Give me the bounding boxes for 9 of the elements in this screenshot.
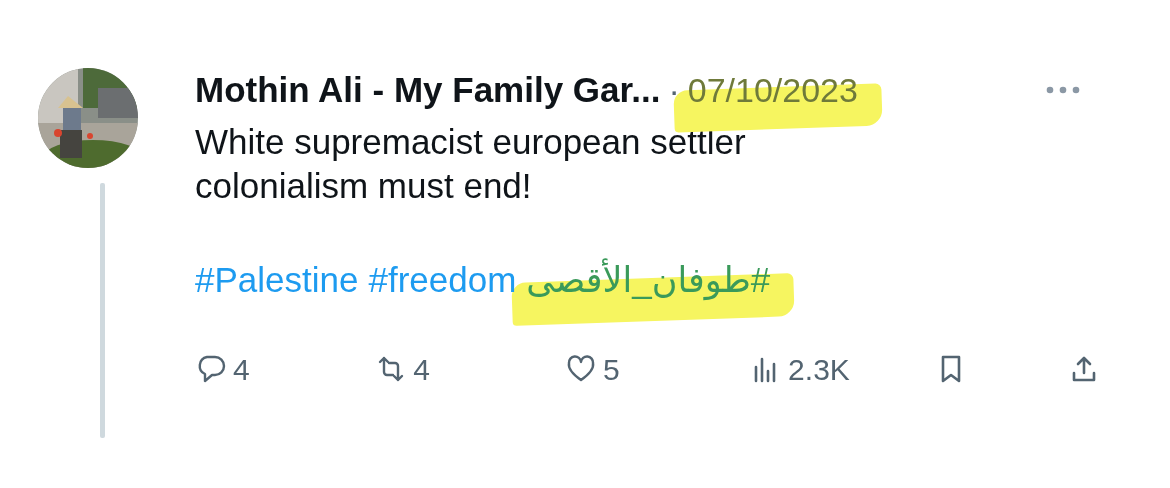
like-button[interactable]: 5 — [565, 346, 751, 392]
separator: · — [668, 69, 680, 111]
more-options-icon[interactable] — [1046, 86, 1080, 94]
author-name: Mothin Ali - My Family Gar... — [195, 68, 661, 111]
views-button[interactable]: 2.3K — [750, 346, 936, 392]
tweet-text-line: White supremacist european settler — [195, 121, 747, 163]
repost-button[interactable]: 4 — [375, 346, 566, 392]
reply-button[interactable]: 4 — [195, 346, 376, 392]
tweet-text-line: colonialism must end! — [195, 165, 533, 207]
